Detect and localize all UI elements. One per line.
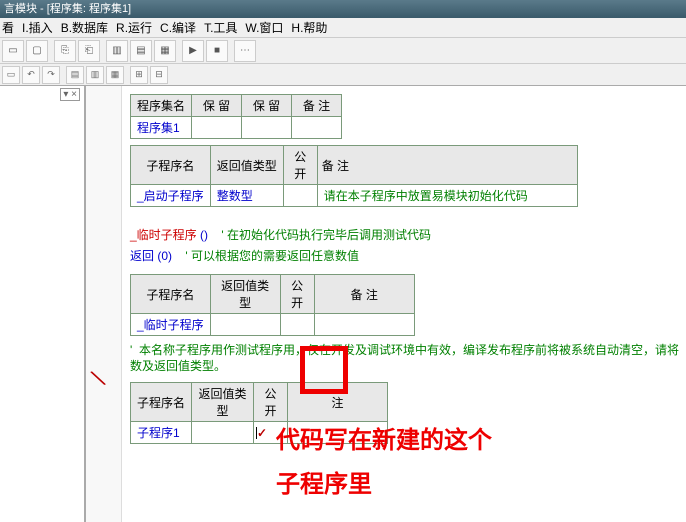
remark-cell: 请在本子程序中放置易模块初始化代码 — [317, 185, 577, 207]
sub-name-cell[interactable]: _启动子程序 — [131, 185, 211, 207]
toolbar-btn-1[interactable]: ▭ — [2, 40, 24, 62]
annotation-highlight-box — [300, 346, 348, 394]
menu-tools[interactable]: T.工具 — [204, 19, 237, 36]
toolbar-btn-5[interactable]: ▥ — [106, 40, 128, 62]
th-assembly-name: 程序集名 — [131, 95, 192, 117]
tb2-btn-4[interactable]: ▤ — [66, 66, 84, 84]
menu-view[interactable]: 看 — [2, 19, 14, 36]
gutter-marker-icon: ╲ — [91, 369, 105, 388]
tb2-btn-8[interactable]: ⊟ — [150, 66, 168, 84]
startup-sub-table: 子程序名 返回值类型 公开 备 注 _启动子程序 整数型 请在本子程序中放置易模… — [130, 145, 578, 207]
leftpane-close[interactable]: ▾ × — [60, 88, 80, 101]
table-row[interactable]: _临时子程序 — [131, 314, 415, 336]
toolbar-stop-btn[interactable]: ■ — [206, 40, 228, 62]
tb2-btn-7[interactable]: ⊞ — [130, 66, 148, 84]
th-subname: 子程序名 — [131, 383, 192, 422]
note-comment: ' 本名称子程序用作测试程序用，仅在开发及调试环境中有效，编译发布程序前将被系统… — [130, 342, 680, 374]
code-line-1[interactable]: _临时子程序 () ' 在初始化代码执行完毕后调用测试代码 — [130, 226, 680, 244]
th-reserved2: 保 留 — [242, 95, 292, 117]
th-remark: 备 注 — [314, 275, 414, 314]
toolbar-btn-4[interactable]: ⎗ — [78, 40, 100, 62]
annotation-text-line2: 子程序里 — [276, 464, 372, 499]
tb2-btn-1[interactable]: ▭ — [2, 66, 20, 84]
toolbar-btn-10[interactable]: ⋯ — [234, 40, 256, 62]
tb2-btn-2[interactable]: ↶ — [22, 66, 40, 84]
th-subname: 子程序名 — [131, 146, 211, 185]
tb2-btn-5[interactable]: ▥ — [86, 66, 104, 84]
assembly-table: 程序集名 保 留 保 留 备 注 程序集1 — [130, 94, 342, 139]
tb2-btn-3[interactable]: ↷ — [42, 66, 60, 84]
workspace: ▾ × ╲ 程序集名 保 留 保 留 备 注 程序集1 子程序名 返回值类型 公… — [0, 86, 686, 522]
table-row[interactable]: _启动子程序 整数型 请在本子程序中放置易模块初始化代码 — [131, 185, 578, 207]
toolbar-run-btn[interactable]: ▶ — [182, 40, 204, 62]
code-comment2: ' 可以根据您的需要返回任意数值 — [185, 249, 359, 263]
tb2-btn-6[interactable]: ▦ — [106, 66, 124, 84]
title-bar: 言模块 - [程序集: 程序集1] — [0, 0, 686, 18]
menu-run[interactable]: R.运行 — [116, 19, 152, 36]
code-return-val: (0) — [157, 249, 172, 263]
code-call-name: _临时子程序 — [130, 228, 197, 242]
menu-help[interactable]: H.帮助 — [291, 19, 327, 36]
th-public: 公开 — [280, 275, 314, 314]
left-pane: ▾ × — [0, 86, 86, 522]
annotation-text-line1: 代码写在新建的这个 — [276, 420, 492, 455]
code-call-paren: () — [200, 228, 208, 242]
toolbar-main: ▭ ▢ ⎘ ⎗ ▥ ▤ ▦ ▶ ■ ⋯ — [0, 38, 686, 64]
code-return: 返回 — [130, 249, 154, 263]
toolbar-secondary: ▭ ↶ ↷ ▤ ▥ ▦ ⊞ ⊟ — [0, 64, 686, 86]
th-public: 公开 — [254, 383, 288, 422]
th-remark: 备 注 — [317, 146, 577, 185]
menu-insert[interactable]: I.插入 — [22, 19, 53, 36]
toolbar-btn-7[interactable]: ▦ — [154, 40, 176, 62]
assembly-name-cell[interactable]: 程序集1 — [131, 117, 192, 139]
temp-sub-table: 子程序名 返回值类型 公开 备 注 _临时子程序 — [130, 274, 415, 336]
temp-sub-name[interactable]: _临时子程序 — [131, 314, 211, 336]
toolbar-btn-3[interactable]: ⎘ — [54, 40, 76, 62]
check-icon: ✓ — [257, 426, 267, 440]
menu-bar: 看 I.插入 B.数据库 R.运行 C.编译 T.工具 W.窗口 H.帮助 — [0, 18, 686, 38]
toolbar-btn-2[interactable]: ▢ — [26, 40, 48, 62]
th-remark: 备 注 — [292, 95, 342, 117]
th-subname: 子程序名 — [131, 275, 211, 314]
table-row[interactable]: 程序集1 — [131, 117, 342, 139]
code-content[interactable]: 程序集名 保 留 保 留 备 注 程序集1 子程序名 返回值类型 公开 备 注 … — [122, 86, 686, 522]
th-reserved1: 保 留 — [192, 95, 242, 117]
menu-compile[interactable]: C.编译 — [160, 19, 196, 36]
th-public: 公开 — [283, 146, 317, 185]
code-gutter: ╲ — [86, 86, 122, 522]
new-sub-name[interactable]: 子程序1 — [131, 422, 192, 444]
title-text: 言模块 - [程序集: 程序集1] — [4, 3, 131, 15]
menu-database[interactable]: B.数据库 — [61, 19, 108, 36]
th-rettype: 返回值类型 — [210, 146, 283, 185]
code-comment1: ' 在初始化代码执行完毕后调用测试代码 — [221, 228, 431, 242]
th-rettype: 返回值类型 — [192, 383, 254, 422]
th-rettype: 返回值类型 — [210, 275, 280, 314]
code-line-2[interactable]: 返回 (0) ' 可以根据您的需要返回任意数值 — [130, 247, 680, 265]
toolbar-btn-6[interactable]: ▤ — [130, 40, 152, 62]
menu-window[interactable]: W.窗口 — [245, 19, 283, 36]
ret-type-cell[interactable]: 整数型 — [210, 185, 283, 207]
